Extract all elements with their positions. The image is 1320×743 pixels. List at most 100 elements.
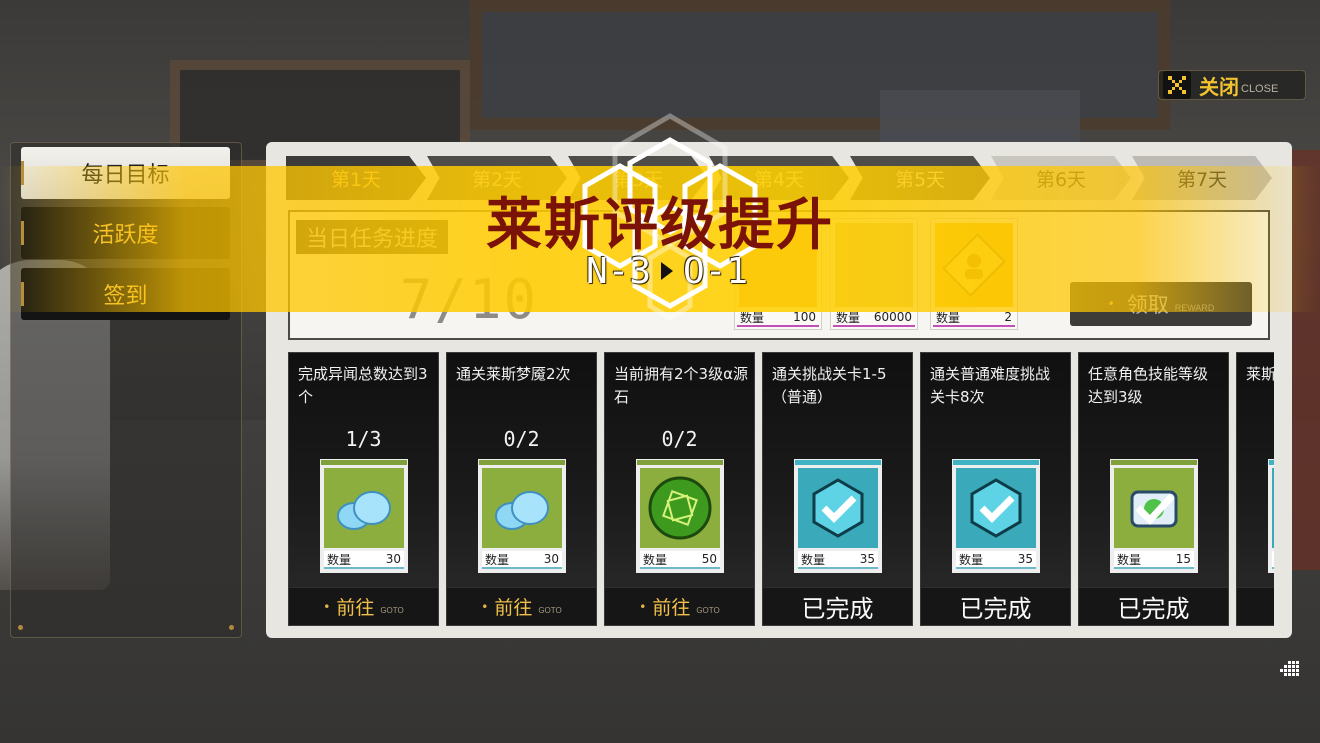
goto-label-en: GOTO xyxy=(380,606,404,615)
reward-quantity: 数量 3 xyxy=(1272,551,1274,569)
reward-quantity: 数量 2 xyxy=(933,309,1015,327)
close-label: 关闭 xyxy=(1199,74,1239,99)
check-badge-icon xyxy=(1272,468,1274,548)
goto-button[interactable]: • 前往 GOTO xyxy=(447,587,596,625)
quantity-label: 数量 xyxy=(485,552,510,567)
corner-dot xyxy=(18,625,23,630)
task-reward[interactable]: 数量 30 xyxy=(320,459,408,573)
task-description: 莱斯 xyxy=(1246,365,1274,383)
goto-label-en: GOTO xyxy=(538,606,562,615)
check-badge-icon xyxy=(798,468,878,548)
task-reward[interactable]: 数量 15 xyxy=(1110,459,1198,573)
quantity-value: 15 xyxy=(1175,552,1191,566)
menu-item-sign-in[interactable]: 签到 xyxy=(21,268,230,320)
task-progress: 0/2 xyxy=(503,427,540,451)
close-button[interactable]: 关闭 CLOSE xyxy=(1158,70,1306,100)
quantity-label: 数量 xyxy=(740,310,765,325)
check-badge-icon xyxy=(956,468,1036,548)
bullet-icon: • xyxy=(639,599,647,614)
quantity-value: 30 xyxy=(543,552,559,566)
goto-label: 前往 xyxy=(652,597,691,619)
bullet-icon: • xyxy=(323,599,331,614)
reward-rarity-bar xyxy=(479,460,565,465)
quantity-value: 30 xyxy=(385,552,401,566)
quantity-value: 35 xyxy=(1017,552,1033,566)
task-description: 通关莱斯梦魇2次 xyxy=(456,365,571,383)
reward-quantity: 数量 60000 xyxy=(833,309,915,327)
claim-label-en: REWARD xyxy=(1174,303,1215,313)
progress-count: 7/10 xyxy=(400,268,539,331)
goto-label: 前往 xyxy=(494,597,533,619)
task-description: 通关挑战关卡1-5（普通） xyxy=(772,365,887,406)
completed-status: 已完成 xyxy=(1079,587,1228,625)
quantity-value: 100 xyxy=(793,310,816,324)
reward-quantity: 数量 30 xyxy=(324,551,404,569)
menu-marker xyxy=(21,282,24,306)
claim-label: 领取 xyxy=(1126,293,1169,317)
rank-from: N-3 xyxy=(586,250,652,292)
bullet-icon: • xyxy=(1107,297,1115,311)
completed-label: 已完成 xyxy=(959,595,1032,623)
quantity-label: 数量 xyxy=(643,552,668,567)
task-description: 当前拥有2个3级α源石 xyxy=(614,365,748,406)
bullet-icon: • xyxy=(481,599,489,614)
reward-quantity: 数量 15 xyxy=(1114,551,1194,569)
quantity-value: 2 xyxy=(1004,310,1012,324)
background-window xyxy=(880,90,1080,150)
task-description: 任意角色技能等级达到3级 xyxy=(1088,365,1209,406)
completed-label: 已完成 xyxy=(801,595,874,623)
reward-quantity: 数量 100 xyxy=(737,309,819,327)
rank-to: O-1 xyxy=(683,250,749,292)
task-reward[interactable]: 数量 3 xyxy=(1268,459,1274,573)
blue-crystal-icon xyxy=(324,468,404,548)
task-reward[interactable]: 数量 30 xyxy=(478,459,566,573)
task-list: 完成异闻总数达到3个 1/3 数量 30 • 前往 GOTO 通关莱斯梦魇2次 xyxy=(288,352,1274,628)
corner-dot xyxy=(229,625,234,630)
quantity-label: 数量 xyxy=(1117,552,1142,567)
green-orb-icon xyxy=(640,468,720,548)
reward-quantity: 数量 30 xyxy=(482,551,562,569)
goto-button[interactable]: • 前往 GOTO xyxy=(289,587,438,625)
task-progress: 1/3 xyxy=(345,427,382,451)
task-reward[interactable]: 数量 35 xyxy=(952,459,1040,573)
task-description: 通关普通难度挑战关卡8次 xyxy=(930,365,1051,406)
quantity-label: 数量 xyxy=(959,552,984,567)
task-reward[interactable]: 数量 50 xyxy=(636,459,724,573)
reward-quantity: 数量 35 xyxy=(956,551,1036,569)
task-card: 完成异闻总数达到3个 1/3 数量 30 • 前往 GOTO xyxy=(288,352,439,626)
completed-status: 已完成 xyxy=(921,587,1070,625)
claim-reward-button[interactable]: • 领取 REWARD xyxy=(1070,282,1252,326)
task-description: 完成异闻总数达到3个 xyxy=(298,365,428,406)
goto-button[interactable]: • 前往 GOTO xyxy=(605,587,754,625)
blue-crystal-icon xyxy=(482,468,562,548)
grid-icon[interactable] xyxy=(1280,661,1300,677)
task-progress: 0/2 xyxy=(661,427,698,451)
quantity-value: 35 xyxy=(859,552,875,566)
task-card: 通关莱斯梦魇2次 0/2 数量 30 • 前往 GOTO xyxy=(446,352,597,626)
arrow-right-icon xyxy=(661,262,674,280)
task-card: 莱斯 数量 3 xyxy=(1236,352,1274,626)
reward-rarity-bar xyxy=(1111,460,1197,465)
completed-label: 已完成 xyxy=(1117,595,1190,623)
task-card: 通关普通难度挑战关卡8次 数量 35 已完成 xyxy=(920,352,1071,626)
quantity-value: 60000 xyxy=(873,310,912,324)
completed-status xyxy=(1237,587,1274,625)
task-card: 当前拥有2个3级α源石 0/2 数量 50 • 前往 GOTO xyxy=(604,352,755,626)
reward-quantity: 数量 50 xyxy=(640,551,720,569)
task-card: 任意角色技能等级达到3级 数量 15 已完成 xyxy=(1078,352,1229,626)
reward-rarity-bar xyxy=(637,460,723,465)
close-label-en: CLOSE xyxy=(1241,83,1279,95)
completed-status: 已完成 xyxy=(763,587,912,625)
reward-rarity-bar xyxy=(321,460,407,465)
goto-label: 前往 xyxy=(336,597,375,619)
quantity-label: 数量 xyxy=(327,552,352,567)
task-reward[interactable]: 数量 35 xyxy=(794,459,882,573)
rank-change: N-3 O-1 xyxy=(586,248,748,294)
quantity-label: 数量 xyxy=(836,310,861,325)
reward-rarity-bar xyxy=(1269,460,1274,465)
quantity-label: 数量 xyxy=(801,552,826,567)
menu-item-label: 签到 xyxy=(103,284,148,309)
task-card: 通关挑战关卡1-5（普通） 数量 35 已完成 xyxy=(762,352,913,626)
quantity-label: 数量 xyxy=(936,310,961,325)
reward-quantity: 数量 35 xyxy=(798,551,878,569)
